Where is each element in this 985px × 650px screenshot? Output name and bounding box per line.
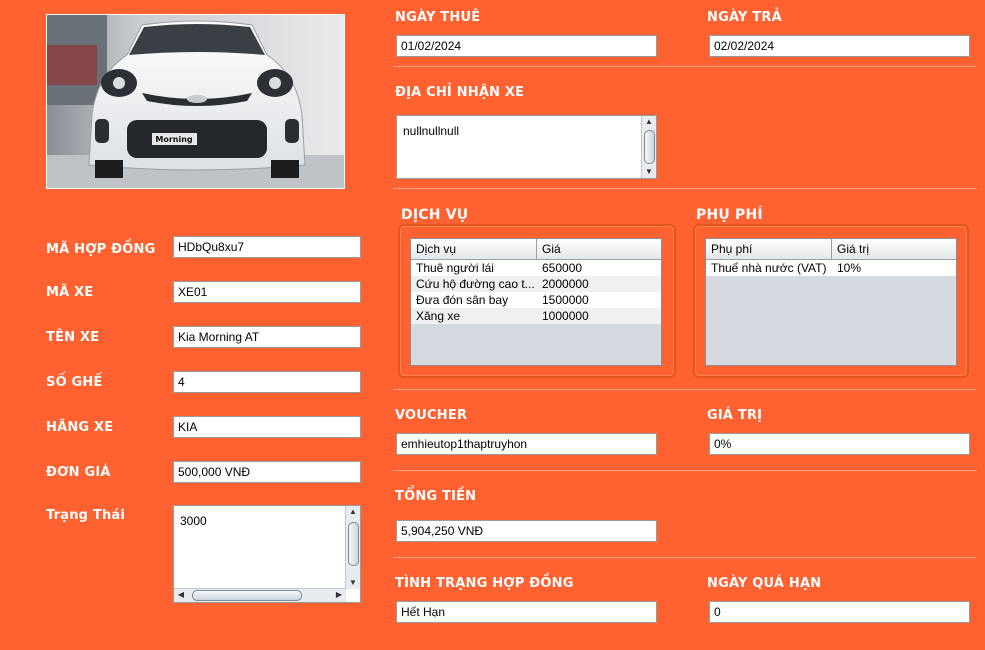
table-cell: Thuế nhà nước (VAT) (711, 261, 827, 275)
scroll-down-icon[interactable]: ▼ (346, 577, 360, 589)
seats-field[interactable]: 4 (173, 371, 361, 393)
contract-status-label: TÌNH TRẠNG HỢP ĐỒNG (395, 576, 574, 591)
fees-table[interactable]: Phụ phí Giá trị Thuế nhà nước (VAT) 10% (705, 238, 957, 366)
address-text: nullnullnull (403, 124, 460, 138)
price-field[interactable]: 500,000 VNĐ (173, 461, 361, 483)
car-id-label: MÃ XE (46, 285, 94, 300)
car-image: Morning (46, 14, 345, 189)
car-name-field[interactable]: Kia Morning AT (173, 326, 361, 348)
column-header[interactable]: Dịch vụ (411, 239, 537, 259)
separator (393, 470, 977, 471)
value-field[interactable]: 0% (709, 433, 970, 455)
separator (393, 557, 977, 558)
table-cell: 2000000 (542, 277, 589, 291)
services-table-header: Dịch vụ Giá (411, 239, 661, 260)
rent-date-label: NGÀY THUÊ (395, 10, 481, 25)
fees-table-header: Phụ phí Giá trị (706, 239, 956, 260)
table-cell: Thuê người lái (416, 261, 494, 275)
services-title: DỊCH VỤ (401, 207, 469, 223)
brand-field[interactable]: KIA (173, 416, 361, 438)
table-cell: 650000 (542, 261, 583, 275)
voucher-label: VOUCHER (395, 408, 468, 423)
separator (393, 188, 977, 189)
column-header[interactable]: Giá (537, 239, 661, 259)
table-cell: Xăng xe (416, 309, 461, 323)
rent-date-field[interactable]: 01/02/2024 (396, 35, 657, 57)
hscroll-thumb[interactable] (192, 590, 302, 601)
scroll-down-icon[interactable]: ▼ (642, 166, 656, 178)
address-label: ĐỊA CHỈ NHẬN XE (395, 85, 525, 100)
status-vertical-scrollbar[interactable]: ▲ ▼ (345, 506, 360, 589)
services-table[interactable]: Dịch vụ Giá Thuê người lái 650000 Cứu hộ… (410, 238, 662, 366)
scroll-thumb[interactable] (644, 130, 655, 164)
brand-label: HÃNG XE (46, 420, 114, 435)
return-date-field[interactable]: 02/02/2024 (709, 35, 970, 57)
table-cell: 1000000 (542, 309, 589, 323)
separator (393, 66, 977, 67)
return-date-label: NGÀY TRẢ (707, 10, 782, 25)
table-cell: 10% (837, 261, 862, 275)
fees-title: PHỤ PHÍ (696, 207, 763, 223)
status-horizontal-scrollbar[interactable]: ◀ ▶ (174, 588, 346, 602)
table-cell: 1500000 (542, 293, 589, 307)
contract-status-field[interactable]: Hết Hạn (396, 601, 657, 623)
price-label: ĐƠN GIÁ (46, 465, 111, 480)
car-id-field[interactable]: XE01 (173, 281, 361, 303)
car-name-label: TÊN XE (46, 330, 100, 345)
address-textarea[interactable]: nullnullnull ▲ ▼ (396, 115, 657, 179)
total-field[interactable]: 5,904,250 VNĐ (396, 520, 657, 542)
seats-label: SỐ GHẾ (46, 375, 103, 390)
table-row[interactable]: Cứu hộ đường cao t... 2000000 (411, 276, 661, 292)
contract-id-field[interactable]: HDbQu8xu7 (173, 236, 361, 258)
scroll-up-icon[interactable]: ▲ (346, 506, 360, 518)
table-row[interactable]: Thuế nhà nước (VAT) 10% (706, 260, 956, 276)
scroll-right-icon[interactable]: ▶ (332, 589, 346, 601)
table-cell: Đưa đón sân bay (416, 293, 509, 307)
total-label: TỔNG TIỀN (395, 489, 477, 504)
table-cell: Cứu hộ đường cao t... (416, 277, 535, 291)
column-header[interactable]: Phụ phí (706, 239, 832, 259)
contract-id-label: MÃ HỢP ĐỒNG (46, 242, 156, 257)
separator (393, 389, 977, 390)
car-photo: Morning (47, 15, 344, 188)
status-text: 3000 (180, 514, 207, 528)
scroll-up-icon[interactable]: ▲ (642, 116, 656, 128)
status-label: Trạng Thái (46, 508, 126, 523)
plate-text: Morning (155, 135, 193, 144)
table-row[interactable]: Thuê người lái 650000 (411, 260, 661, 276)
status-textarea[interactable]: 3000 ▲ ▼ ◀ ▶ (173, 505, 361, 603)
scroll-thumb[interactable] (348, 522, 359, 566)
table-row[interactable]: Đưa đón sân bay 1500000 (411, 292, 661, 308)
address-vertical-scrollbar[interactable]: ▲ ▼ (641, 116, 656, 178)
overdue-field[interactable]: 0 (709, 601, 970, 623)
overdue-label: NGÀY QUÁ HẠN (707, 576, 822, 591)
value-label: GIÁ TRỊ (707, 408, 763, 423)
voucher-field[interactable]: emhieutop1thaptruyhon (396, 433, 657, 455)
scroll-left-icon[interactable]: ◀ (174, 589, 188, 601)
table-row[interactable]: Xăng xe 1000000 (411, 308, 661, 324)
column-header[interactable]: Giá trị (832, 239, 956, 259)
